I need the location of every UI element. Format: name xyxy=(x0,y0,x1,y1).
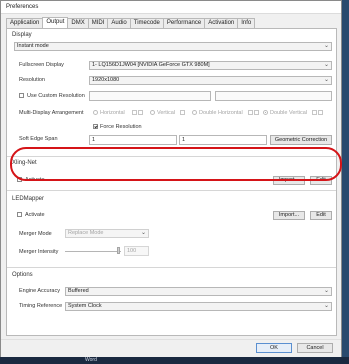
display-mode-value: Instant mode xyxy=(17,43,49,49)
chevron-down-icon: ⌄ xyxy=(323,43,329,49)
desktop-background xyxy=(342,0,349,357)
horizontal-preview-icon xyxy=(132,110,137,115)
force-resolution-label: Force Resolution xyxy=(100,124,142,130)
options-section-title: Options xyxy=(12,272,33,278)
custom-resolution-label: Use Custom Resolution xyxy=(27,93,85,99)
merger-mode-value: Replace Mode xyxy=(68,230,104,236)
tab-audio[interactable]: Audio xyxy=(107,18,131,28)
chevron-down-icon: ⌄ xyxy=(323,77,329,83)
double-vertical-preview-icon-2 xyxy=(318,110,323,115)
custom-resolution-checkbox[interactable] xyxy=(19,93,24,98)
timing-reference-label: Timing Reference xyxy=(19,303,63,309)
taskbar-item[interactable]: Word xyxy=(85,357,97,363)
resolution-value: 1920x1080 xyxy=(92,77,120,83)
double-horizontal-radio[interactable] xyxy=(192,110,197,115)
timing-reference-value: System Clock xyxy=(68,303,102,309)
led-activate-checkbox[interactable] xyxy=(17,212,22,217)
fullscreen-display-select[interactable]: 1- LQ156D1JW04 [NVIDIA GeForce GTX 980M]… xyxy=(89,61,332,70)
display-section-title: Display xyxy=(12,32,32,38)
engine-accuracy-label: Engine Accuracy xyxy=(19,288,60,294)
tab-application[interactable]: Application xyxy=(6,18,44,28)
engine-accuracy-select[interactable]: Buffered ⌄ xyxy=(65,287,332,296)
merger-intensity-label: Merger Intensity xyxy=(19,249,59,255)
merger-intensity-slider[interactable] xyxy=(65,251,121,252)
divider xyxy=(7,267,336,268)
tab-bar: Application Output DMX MIDI Audio Timeco… xyxy=(6,17,256,28)
slider-handle[interactable] xyxy=(117,247,120,254)
title-bar: Preferences xyxy=(1,1,341,14)
double-vertical-radio[interactable] xyxy=(263,110,268,115)
double-horizontal-preview-icon xyxy=(248,110,253,115)
horizontal-radio[interactable] xyxy=(93,110,98,115)
resolution-select[interactable]: 1920x1080 ⌄ xyxy=(89,76,332,85)
window-title: Preferences xyxy=(6,4,39,10)
ok-button[interactable]: OK xyxy=(256,343,292,353)
timing-reference-select[interactable]: System Clock ⌄ xyxy=(65,302,332,311)
vertical-radio[interactable] xyxy=(150,110,155,115)
horizontal-preview-icon-2 xyxy=(138,110,143,115)
soft-edge-span-field-1[interactable]: 1 xyxy=(89,135,177,145)
arrangement-label: Multi-Display Arrangement xyxy=(19,110,84,116)
soft-edge-span-label: Soft Edge Span xyxy=(19,136,58,142)
engine-accuracy-value: Buffered xyxy=(68,288,89,294)
led-import-button[interactable]: Import... xyxy=(273,211,305,220)
fullscreen-display-label: Fullscreen Display xyxy=(19,62,64,68)
divider xyxy=(7,190,336,191)
output-panel: Display Instant mode ⌄ Fullscreen Displa… xyxy=(6,28,337,336)
highlight-annotation xyxy=(10,147,342,181)
fullscreen-display-value: 1- LQ156D1JW04 [NVIDIA GeForce GTX 980M] xyxy=(92,62,210,68)
double-vertical-preview-icon xyxy=(312,110,317,115)
double-horizontal-preview-icon-2 xyxy=(254,110,259,115)
taskbar: Word xyxy=(0,357,349,364)
vertical-label: Vertical xyxy=(157,110,176,116)
force-resolution-checkbox[interactable] xyxy=(93,124,98,129)
display-mode-select[interactable]: Instant mode ⌄ xyxy=(14,42,332,51)
horizontal-label: Horizontal xyxy=(100,110,125,116)
tab-midi[interactable]: MIDI xyxy=(87,18,109,28)
led-activate-label: Activate xyxy=(25,212,45,218)
led-edit-button[interactable]: Edit xyxy=(310,211,332,220)
chevron-down-icon: ⌄ xyxy=(140,230,146,236)
vertical-preview-icon xyxy=(180,110,185,115)
tab-dmx[interactable]: DMX xyxy=(67,18,89,28)
tab-performance[interactable]: Performance xyxy=(162,18,206,28)
custom-height-field[interactable] xyxy=(215,91,332,101)
double-horizontal-label: Double Horizontal xyxy=(199,110,243,116)
resolution-label: Resolution xyxy=(19,77,45,83)
merger-mode-label: Merger Mode xyxy=(19,231,52,237)
ledmapper-section-title: LEDMapper xyxy=(12,196,45,202)
chevron-down-icon: ⌄ xyxy=(323,62,329,68)
cancel-button[interactable]: Cancel xyxy=(297,343,333,353)
geometric-correction-button[interactable]: Geometric Correction xyxy=(270,135,332,145)
merger-intensity-field[interactable]: 100 xyxy=(124,246,149,256)
custom-width-field[interactable] xyxy=(89,91,211,101)
tab-output[interactable]: Output xyxy=(42,17,69,28)
double-vertical-label: Double Vertical xyxy=(270,110,307,116)
preferences-window: Preferences Application Output DMX MIDI … xyxy=(0,0,342,362)
chevron-down-icon: ⌄ xyxy=(323,303,329,309)
tab-timecode[interactable]: Timecode xyxy=(129,18,164,28)
tab-activation[interactable]: Activation xyxy=(204,18,239,28)
merger-mode-select[interactable]: Replace Mode ⌄ xyxy=(65,229,149,238)
chevron-down-icon: ⌄ xyxy=(323,288,329,294)
footer-divider xyxy=(1,339,341,340)
tab-info[interactable]: Info xyxy=(237,18,256,28)
soft-edge-span-field-2[interactable]: 1 xyxy=(179,135,267,145)
